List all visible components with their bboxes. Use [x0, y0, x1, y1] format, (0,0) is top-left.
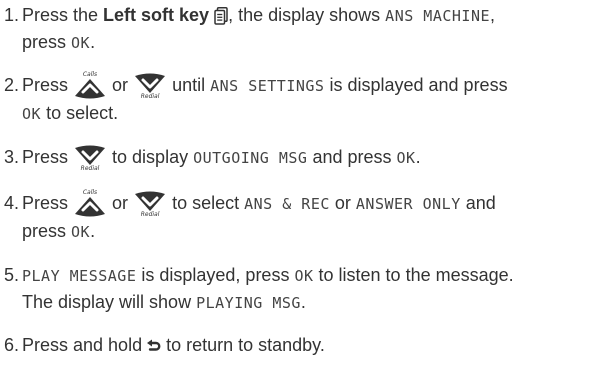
redial-label: Redial	[140, 211, 160, 219]
step-text-part: or	[112, 75, 134, 95]
step-1: 1. Press the Left soft key , the display…	[0, 2, 601, 56]
redial-down-icon: Redial	[133, 72, 167, 100]
redial-down-icon: Redial	[73, 144, 107, 172]
instruction-page: 1. Press the Left soft key , the display…	[0, 0, 601, 368]
step-number: 6.	[4, 335, 20, 355]
redial-down-icon: Redial	[133, 190, 167, 218]
calls-up-icon: Calls	[73, 72, 107, 100]
step-text-part: Press and hold	[22, 335, 148, 355]
back-arrow-icon	[147, 339, 161, 353]
step-text-part: until	[172, 75, 211, 95]
step-number: 5.	[4, 265, 20, 285]
step-text-part: to return to standby.	[161, 335, 325, 355]
step-text: Press and hold to return to standby.	[22, 332, 593, 358]
step-text-part: Press	[22, 193, 74, 213]
step-number: 2.	[4, 75, 20, 95]
step-text-part: The display will show	[22, 292, 197, 312]
step-text-part: to select	[172, 193, 245, 213]
step-text-part: is displayed and press	[324, 75, 508, 95]
step-6: 6. Press and hold to return to standby.	[0, 332, 601, 362]
step-text-part: to listen to the message.	[313, 265, 514, 285]
step-text-part: or	[329, 193, 356, 213]
step-text-part: press	[22, 221, 72, 242]
step-3: 3. Press Redial to display OUTGOING MSG …	[0, 144, 601, 174]
step-text: Press Calls or Red	[22, 190, 593, 245]
step-text-part: .	[90, 32, 96, 52]
display-text: ANS MACHINE	[385, 7, 491, 25]
step-4: 4. Press Calls or Redial to select ANS &…	[0, 190, 601, 244]
step-text-part: to display	[112, 147, 194, 167]
display-text: OK	[22, 105, 42, 124]
step-text: Press Calls or Red	[22, 72, 593, 127]
step-number: 1.	[4, 5, 20, 25]
step-2: 2. Press Calls or Redial until ANS SETTI…	[0, 72, 601, 126]
calls-label: Calls	[82, 189, 98, 197]
step-number: 3.	[4, 147, 20, 167]
display-text: ANS & REC	[244, 195, 330, 213]
step-text-part: and	[460, 193, 496, 213]
step-text-part: .	[415, 147, 421, 167]
display-text: PLAY MESSAGE	[22, 267, 137, 285]
step-text: PLAY MESSAGE is displayed, press OK to l…	[22, 262, 593, 316]
step-text-part: Press	[22, 147, 74, 167]
step-text-part: Press the	[22, 5, 104, 25]
step-text: Press the Left soft key , the display sh…	[22, 2, 593, 56]
display-text: OK	[71, 34, 91, 52]
step-text: Press Redial to display OUTGOING MSG and…	[22, 144, 593, 172]
step-text-part: .	[90, 221, 96, 242]
step-text-part: ,	[490, 5, 496, 25]
step-text-part: and press	[307, 147, 397, 167]
display-text: OK	[71, 223, 91, 242]
step-text-part: is displayed, press	[136, 265, 295, 285]
display-text: OK	[396, 149, 416, 167]
display-text: PLAYING MSG	[196, 294, 301, 312]
display-text: OUTGOING MSG	[193, 149, 308, 167]
display-text: OK	[294, 267, 314, 285]
left-soft-key-label: Left soft key	[103, 5, 210, 25]
phonebook-soft-key-icon	[214, 7, 228, 25]
step-text-part: press	[22, 32, 72, 52]
display-text: ANSWER ONLY	[355, 195, 461, 213]
step-text-part: .	[300, 292, 306, 312]
step-5: 5. PLAY MESSAGE is displayed, press OK t…	[0, 262, 601, 316]
step-text-part: or	[112, 193, 134, 213]
step-text-part: Press	[22, 75, 74, 95]
step-text-part: to select.	[41, 103, 119, 124]
redial-label: Redial	[80, 165, 100, 173]
redial-label: Redial	[140, 93, 160, 101]
display-text: ANS SETTINGS	[210, 77, 325, 95]
step-number: 4.	[4, 193, 20, 213]
step-text-part: , the display shows	[228, 5, 386, 25]
calls-label: Calls	[82, 71, 98, 79]
calls-up-icon: Calls	[73, 190, 107, 218]
